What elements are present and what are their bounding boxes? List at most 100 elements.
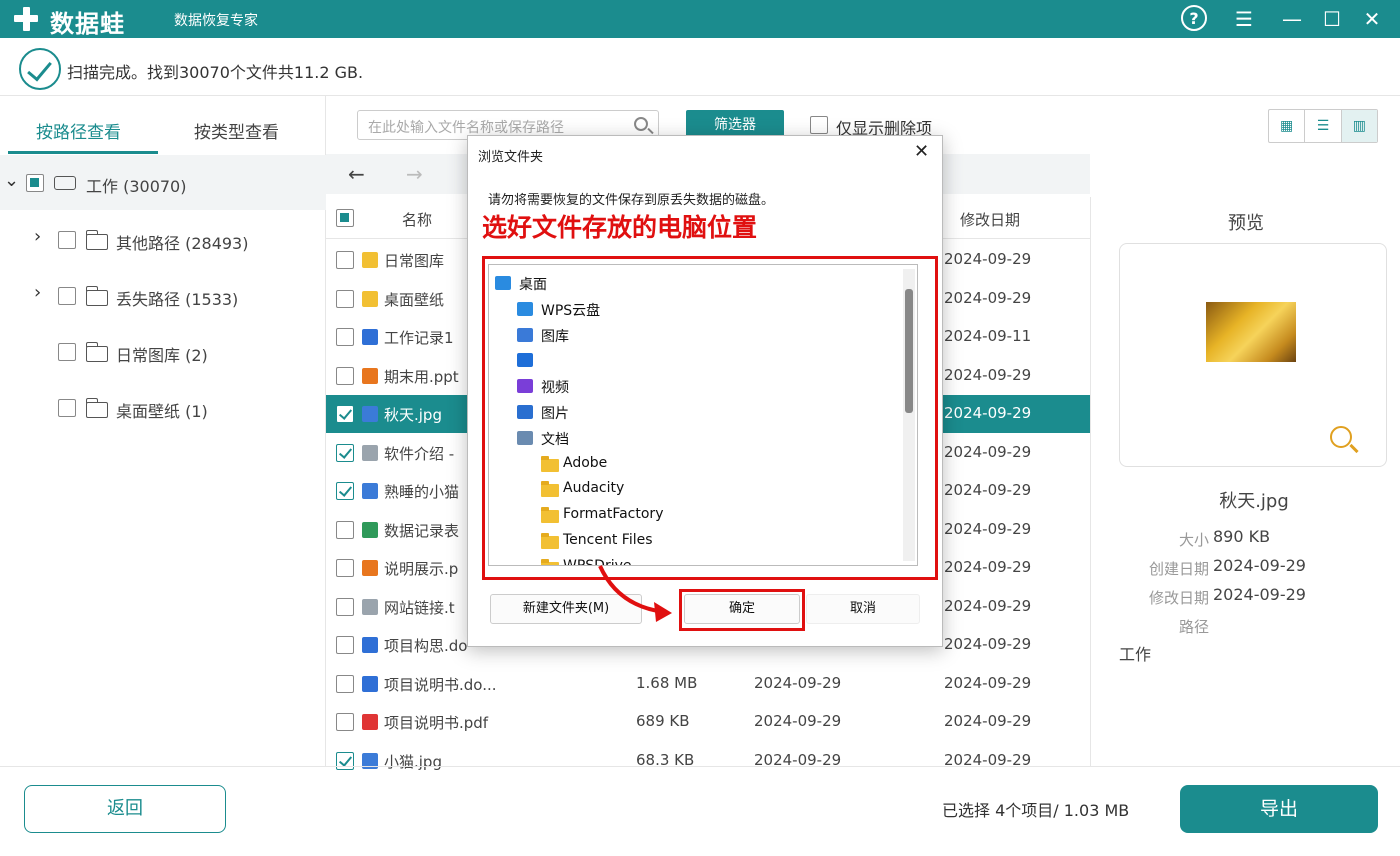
row-modified: 2024-09-29: [944, 558, 1032, 576]
pdf-icon: [362, 714, 378, 730]
sidebar-item-desktop-wallpaper[interactable]: 桌面壁纸 (1): [0, 380, 326, 436]
sidebar-item-other-paths[interactable]: › 其他路径 (28493): [0, 212, 326, 268]
search-icon[interactable]: [634, 117, 648, 131]
row-checkbox[interactable]: [336, 289, 354, 308]
text-icon: [362, 598, 378, 615]
export-button[interactable]: 导出: [1180, 785, 1378, 833]
back-arrow-icon[interactable]: ←: [348, 162, 365, 186]
folder-icon: [86, 342, 108, 362]
row-checkbox[interactable]: [336, 559, 354, 577]
row-size: 689 KB: [636, 712, 690, 730]
preview-modified-label: 修改日期: [1148, 589, 1209, 607]
image-icon: [362, 406, 378, 422]
forward-arrow-icon[interactable]: →: [406, 162, 423, 186]
sidebar-item-daily-gallery[interactable]: 日常图库 (2): [0, 324, 326, 380]
row-checkbox[interactable]: [336, 328, 354, 346]
app-subtitle: 数据恢复专家: [174, 13, 258, 29]
row-checkbox[interactable]: [336, 636, 354, 654]
row-checkbox[interactable]: [336, 443, 354, 462]
row-modified: 2024-09-29: [944, 404, 1032, 422]
word-icon: [362, 329, 378, 345]
row-checkbox[interactable]: [336, 520, 354, 539]
grid-view-icon[interactable]: ▦: [1269, 110, 1306, 142]
row-modified: 2024-09-29: [944, 250, 1032, 268]
row-created: 2024-09-29: [754, 673, 842, 692]
logo-cross-icon: [14, 7, 38, 31]
row-modified: 2024-09-11: [944, 327, 1032, 345]
root-checkbox[interactable]: [26, 174, 44, 192]
table-row[interactable]: 项目说明书.pdf 689 KB 2024-09-29 2024-09-29: [326, 703, 1090, 741]
row-created: 2024-09-29: [754, 712, 842, 730]
row-checkbox[interactable]: [336, 366, 354, 385]
image-icon: [362, 483, 378, 499]
row-name: 秋天.jpg: [384, 406, 442, 424]
preview-thumbnail: [1206, 302, 1296, 362]
preview-size-value: 890 KB: [1213, 527, 1271, 546]
row-checkbox[interactable]: [336, 482, 354, 500]
row-name: 桌面壁纸: [384, 290, 445, 309]
tree-checkbox[interactable]: [58, 399, 76, 417]
tree-root-item[interactable]: ⌄ 工作 (30070): [0, 155, 326, 210]
annotation-arrow: [598, 565, 672, 622]
chevron-right-icon[interactable]: ›: [34, 282, 41, 303]
row-checkbox[interactable]: [336, 713, 354, 731]
help-icon[interactable]: ?: [1181, 5, 1207, 31]
row-size: 1.68 MB: [636, 673, 698, 692]
column-name-header[interactable]: 名称: [402, 209, 432, 230]
tree-item-label: 桌面壁纸 (1): [116, 402, 208, 421]
preview-box: [1119, 243, 1387, 467]
preview-size-label: 大小: [1178, 531, 1209, 549]
tab-by-type[interactable]: 按类型查看: [194, 118, 279, 143]
preview-created-label: 创建日期: [1148, 560, 1209, 578]
minimize-icon[interactable]: —: [1277, 4, 1307, 34]
row-modified: 2024-09-29: [944, 365, 1032, 384]
preview-path-label: 路径: [1178, 618, 1209, 636]
row-modified: 2024-09-29: [944, 673, 1032, 692]
excel-icon: [362, 521, 378, 538]
tree-item-label: 其他路径 (28493): [116, 234, 249, 253]
row-name: 熟睡的小猫: [384, 483, 460, 501]
row-name: 项目说明书.do...: [384, 675, 497, 694]
title-bar: 数据蛙 数据恢复专家 ? ☰ — ☐ ✕: [0, 0, 1400, 38]
only-deleted-checkbox[interactable]: [810, 116, 828, 134]
row-modified: 2024-09-29: [944, 712, 1032, 730]
zoom-icon[interactable]: [1330, 426, 1352, 448]
row-checkbox[interactable]: [336, 674, 354, 693]
row-checkbox[interactable]: [336, 251, 354, 269]
selection-info: 已选择 4个项目/ 1.03 MB: [942, 801, 1130, 820]
tree-checkbox[interactable]: [58, 343, 76, 361]
row-name: 说明展示.p: [384, 560, 459, 578]
row-name: 期末用.ppt: [384, 367, 459, 386]
chevron-down-icon[interactable]: ⌄: [4, 170, 19, 191]
row-checkbox[interactable]: [336, 405, 354, 423]
footer-bar: 返回 已选择 4个项目/ 1.03 MB 导出: [0, 766, 1400, 856]
tab-by-path[interactable]: 按路径查看: [36, 118, 121, 143]
drive-icon: [54, 176, 76, 190]
word-icon: [362, 675, 378, 692]
folder-icon: [86, 286, 108, 306]
tree-checkbox[interactable]: [58, 287, 76, 305]
text-icon: [362, 444, 378, 461]
row-modified: 2024-09-29: [944, 635, 1032, 653]
column-modified-header[interactable]: 修改日期: [960, 209, 1020, 230]
list-view-icon[interactable]: ☰: [1305, 110, 1342, 142]
row-checkbox[interactable]: [336, 597, 354, 616]
menu-icon[interactable]: ☰: [1229, 4, 1259, 34]
tree-item-label: 日常图库 (2): [116, 346, 208, 365]
sidebar-item-lost-paths[interactable]: › 丢失路径 (1533): [0, 268, 326, 324]
back-button[interactable]: 返回: [24, 785, 226, 833]
detail-view-icon[interactable]: ▥: [1341, 110, 1377, 142]
folder-icon: [86, 398, 108, 418]
maximize-icon[interactable]: ☐: [1317, 4, 1347, 34]
close-icon[interactable]: ✕: [1357, 4, 1387, 34]
chevron-right-icon[interactable]: ›: [34, 226, 41, 247]
row-name: 数据记录表: [384, 521, 460, 540]
view-mode-switcher: ▦ ☰ ▥: [1268, 109, 1378, 143]
select-all-checkbox[interactable]: [336, 209, 354, 227]
preview-path-value: 工作: [1119, 645, 1152, 664]
tree-checkbox[interactable]: [58, 231, 76, 249]
sidebar: 按路径查看 按类型查看 ⌄ 工作 (30070) › 其他路径 (28493) …: [0, 96, 326, 766]
row-name: 网站链接.t: [384, 598, 455, 617]
preview-file-name: 秋天.jpg: [1219, 491, 1289, 512]
table-row[interactable]: 项目说明书.do... 1.68 MB 2024-09-29 2024-09-29: [326, 665, 1090, 703]
